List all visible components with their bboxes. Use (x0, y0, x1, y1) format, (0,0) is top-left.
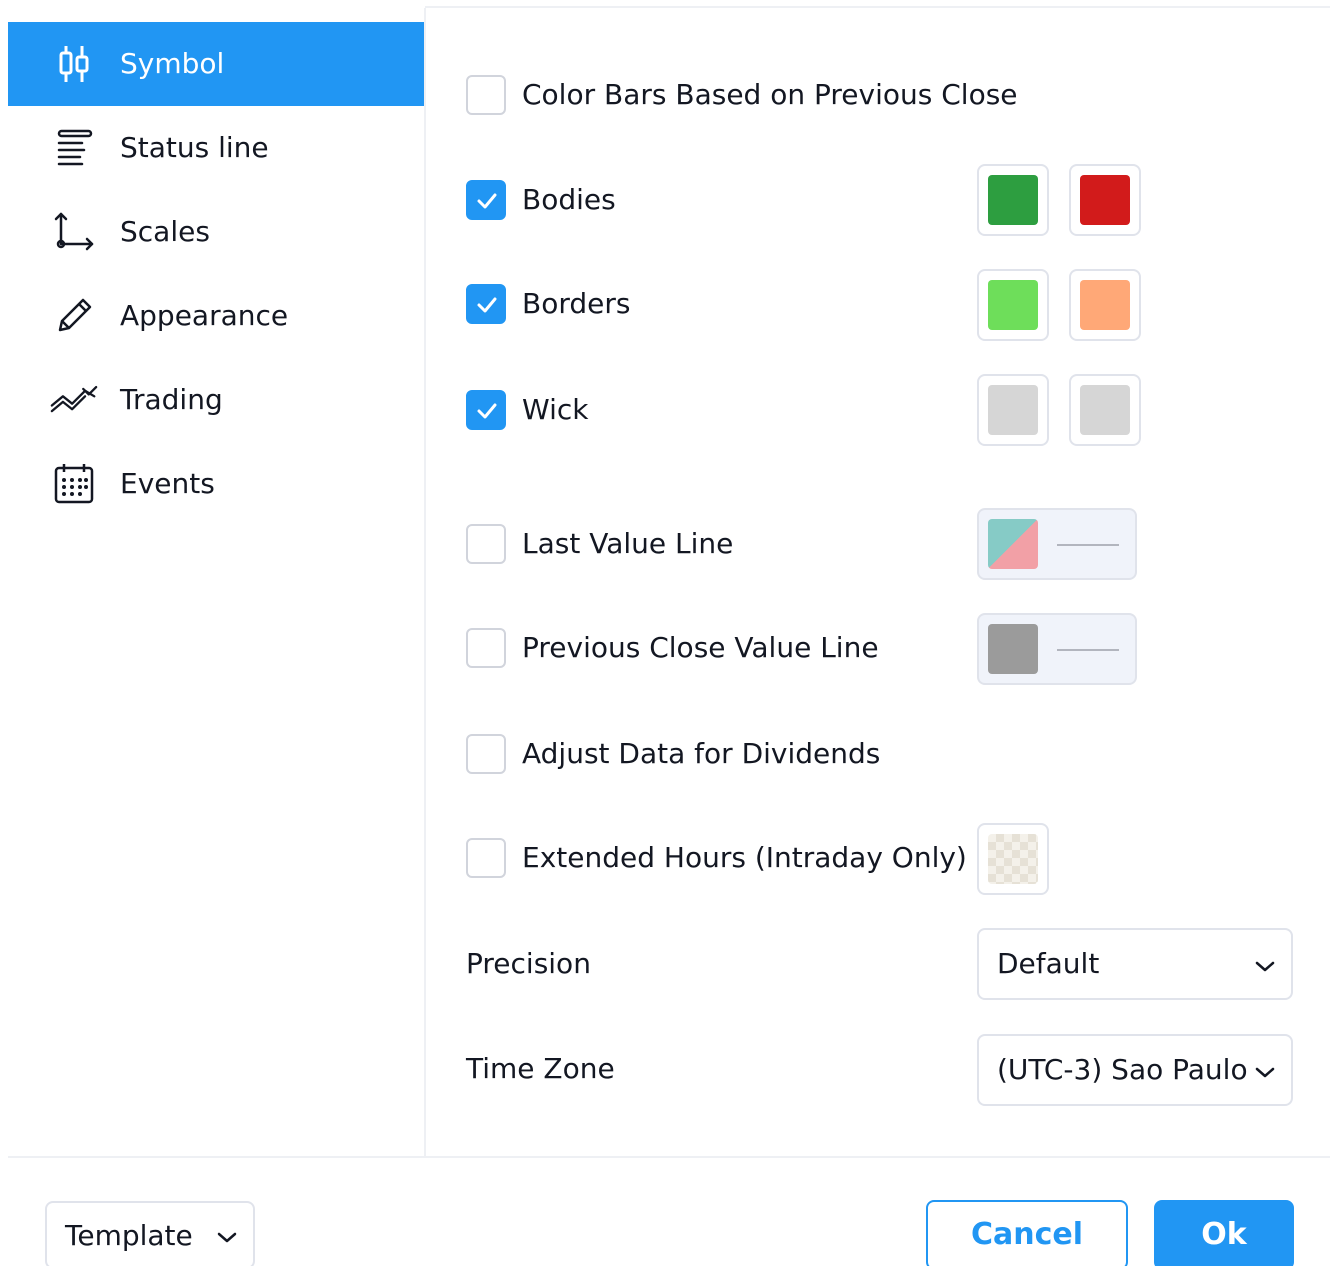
cancel-button[interactable]: Cancel (926, 1200, 1128, 1266)
last-value-line-label: Last Value Line (522, 527, 734, 560)
sidebar-item-label: Events (120, 467, 215, 500)
template-label: Template (65, 1219, 193, 1252)
calendar-icon (50, 462, 98, 506)
sidebar-item-label: Appearance (120, 299, 289, 332)
color-swatch (1080, 280, 1130, 330)
time-zone-select[interactable]: (UTC-3) Sao Paulo (977, 1034, 1293, 1106)
color-swatch (1080, 385, 1130, 435)
scales-icon (50, 210, 98, 254)
precision-value: Default (997, 947, 1100, 980)
color-swatch (988, 834, 1038, 884)
checkmark-icon (477, 297, 497, 313)
borders-checkbox[interactable] (466, 284, 506, 324)
bodies-checkbox[interactable] (466, 180, 506, 220)
sidebar-item-label: Scales (120, 215, 210, 248)
chevron-down-icon (217, 1232, 237, 1243)
ok-button[interactable]: Ok (1154, 1200, 1294, 1266)
sidebar-item-label: Trading (120, 383, 223, 416)
color-swatch (988, 624, 1038, 674)
wick-down-color-button[interactable] (1069, 374, 1141, 446)
color-swatch (988, 280, 1038, 330)
color-swatch (1080, 175, 1130, 225)
candles-icon (50, 42, 98, 86)
bodies-up-color-button[interactable] (977, 164, 1049, 236)
bodies-down-color-button[interactable] (1069, 164, 1141, 236)
color-swatch (988, 175, 1038, 225)
sidebar-divider (424, 8, 426, 1157)
last-value-line-style-button[interactable] (977, 508, 1137, 580)
borders-up-color-button[interactable] (977, 269, 1049, 341)
time-zone-value: (UTC-3) Sao Paulo (997, 1053, 1248, 1086)
time-zone-label: Time Zone (466, 1052, 615, 1085)
line-style-preview (1057, 544, 1119, 546)
prev-close-line-checkbox[interactable] (466, 628, 506, 668)
precision-label: Precision (466, 947, 591, 980)
chevron-down-icon (1255, 1067, 1275, 1078)
color-swatch (988, 519, 1038, 569)
chevron-down-icon (1255, 961, 1275, 972)
sidebar-item-status-line[interactable]: Status line (8, 106, 424, 190)
footer-divider (8, 1156, 1330, 1158)
template-dropdown[interactable]: Template (45, 1201, 255, 1266)
adjust-dividends-label: Adjust Data for Dividends (522, 737, 881, 770)
pencil-icon (50, 294, 98, 338)
color-swatch (988, 385, 1038, 435)
precision-select[interactable]: Default (977, 928, 1293, 1000)
color-bars-checkbox[interactable] (466, 75, 506, 115)
trading-icon (50, 378, 98, 422)
extended-hours-color-button[interactable] (977, 823, 1049, 895)
wick-up-color-button[interactable] (977, 374, 1049, 446)
prev-close-line-style-button[interactable] (977, 613, 1137, 685)
sidebar-item-appearance[interactable]: Appearance (8, 274, 424, 358)
checkmark-icon (477, 193, 497, 209)
extended-hours-label: Extended Hours (Intraday Only) (522, 841, 967, 874)
sidebar-item-trading[interactable]: Trading (8, 358, 424, 442)
settings-sidebar: Symbol Status line Scales Appearance Tra… (8, 0, 424, 1157)
adjust-dividends-checkbox[interactable] (466, 734, 506, 774)
borders-down-color-button[interactable] (1069, 269, 1141, 341)
sidebar-item-scales[interactable]: Scales (8, 190, 424, 274)
color-bars-label: Color Bars Based on Previous Close (522, 78, 1018, 111)
sidebar-item-label: Symbol (120, 47, 225, 80)
checkmark-icon (477, 403, 497, 419)
sidebar-item-symbol[interactable]: Symbol (8, 22, 424, 106)
bodies-label: Bodies (522, 183, 616, 216)
last-value-line-checkbox[interactable] (466, 524, 506, 564)
sidebar-item-label: Status line (120, 131, 269, 164)
status-line-icon (50, 126, 98, 170)
wick-label: Wick (522, 393, 589, 426)
prev-close-line-label: Previous Close Value Line (522, 631, 879, 664)
dialog-top-divider (425, 6, 1330, 8)
sidebar-item-events[interactable]: Events (8, 442, 424, 526)
borders-label: Borders (522, 287, 631, 320)
line-style-preview (1057, 649, 1119, 651)
wick-checkbox[interactable] (466, 390, 506, 430)
extended-hours-checkbox[interactable] (466, 838, 506, 878)
